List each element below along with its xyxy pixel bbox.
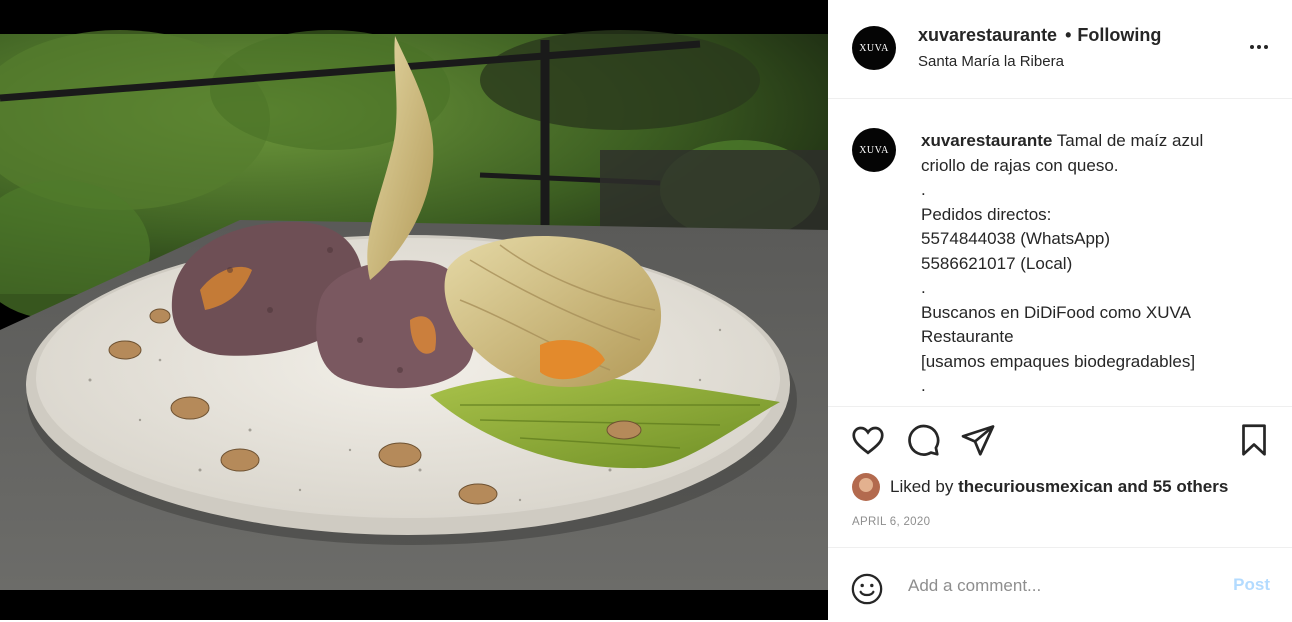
comment-box: Post	[828, 547, 1292, 622]
header-account-line: xuvarestaurante • Following	[918, 25, 1161, 46]
post-side-panel: XUVA xuvarestaurante • Following Santa Mar…	[828, 0, 1292, 620]
caption-line: .	[921, 180, 926, 199]
caption-line: .	[921, 278, 926, 297]
tamal-dish-image	[0, 0, 828, 620]
comment-input[interactable]	[906, 570, 1210, 602]
caption-line: Buscanos en DiDiFood como XUVA	[921, 302, 1191, 322]
caption-line: Pedidos directos:	[921, 204, 1052, 224]
avatar-logo-text: XUVA	[859, 42, 889, 54]
liker-username-link[interactable]: thecuriousmexican	[958, 477, 1113, 497]
caption-line: [usamos empaques biodegradables]	[921, 351, 1196, 371]
caption-line: 5586621017 (Local)	[921, 253, 1073, 273]
avatar-logo-text: XUVA	[859, 144, 889, 156]
caption-line: xuvarestaurante Tamal de maíz azul	[921, 129, 1271, 154]
post-actions: Liked by thecuriousmexican and 55 others…	[828, 406, 1292, 621]
post-photo[interactable]	[0, 0, 828, 620]
ellipsis-icon[interactable]	[1248, 36, 1270, 58]
caption-section: XUVA xuvarestaurante Tamal de maíz azul …	[828, 99, 1292, 406]
comment-bubble-icon[interactable]	[905, 422, 941, 458]
paper-plane-icon[interactable]	[960, 422, 996, 458]
bookmark-icon[interactable]	[1236, 422, 1272, 458]
others-count-link[interactable]: and 55 others	[1118, 477, 1229, 497]
likes-summary: Liked by thecuriousmexican and 55 others	[852, 473, 1228, 501]
caption-avatar[interactable]: XUVA	[852, 128, 896, 172]
caption-username-link[interactable]: xuvarestaurante	[921, 131, 1052, 150]
liked-by-prefix: Liked by	[890, 477, 954, 496]
caption-line-text: Tamal de maíz azul	[1056, 131, 1204, 150]
caption-line: Restaurante	[921, 327, 1014, 346]
post-header: XUVA xuvarestaurante • Following Santa Mar…	[828, 0, 1292, 99]
post-date[interactable]: APRIL 6, 2020	[852, 516, 930, 528]
caption-line: criollo de rajas con queso.	[921, 155, 1119, 175]
caption-line: .	[921, 376, 926, 395]
caption-line: 5574844038 (WhatsApp)	[921, 229, 1111, 248]
account-avatar[interactable]: XUVA	[852, 26, 896, 70]
heart-icon[interactable]	[850, 422, 886, 458]
smiley-icon[interactable]	[850, 572, 884, 606]
separator-dot: •	[1065, 25, 1072, 45]
account-username-link[interactable]: xuvarestaurante	[918, 25, 1057, 45]
location-link[interactable]: Santa María la Ribera	[918, 53, 1064, 70]
following-button[interactable]: Following	[1077, 25, 1161, 45]
post-comment-button[interactable]: Post	[1233, 575, 1270, 595]
liker-avatar[interactable]	[852, 473, 880, 501]
caption-text: xuvarestaurante Tamal de maíz azul criol…	[921, 129, 1271, 399]
